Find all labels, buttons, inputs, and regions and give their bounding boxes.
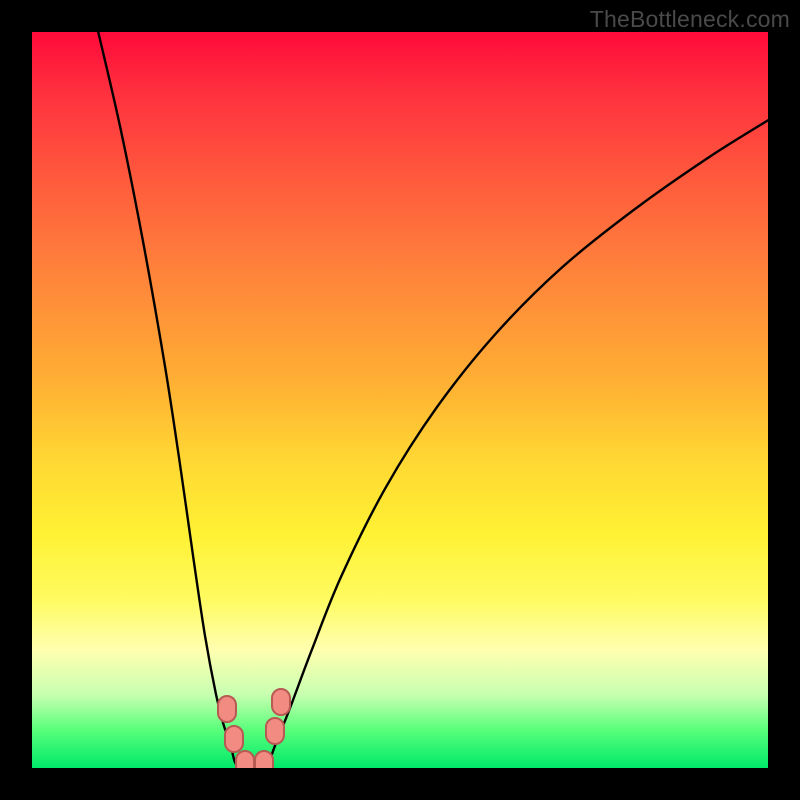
right-curve (268, 120, 768, 768)
data-marker (254, 750, 274, 768)
data-marker (271, 688, 291, 716)
curve-layer (32, 32, 768, 768)
plot-area (32, 32, 768, 768)
left-curve (98, 32, 238, 768)
chart-frame: TheBottleneck.com (0, 0, 800, 800)
watermark-text: TheBottleneck.com (590, 6, 790, 33)
data-marker (224, 725, 244, 753)
data-marker (235, 750, 255, 768)
data-marker (265, 717, 285, 745)
data-marker (217, 695, 237, 723)
